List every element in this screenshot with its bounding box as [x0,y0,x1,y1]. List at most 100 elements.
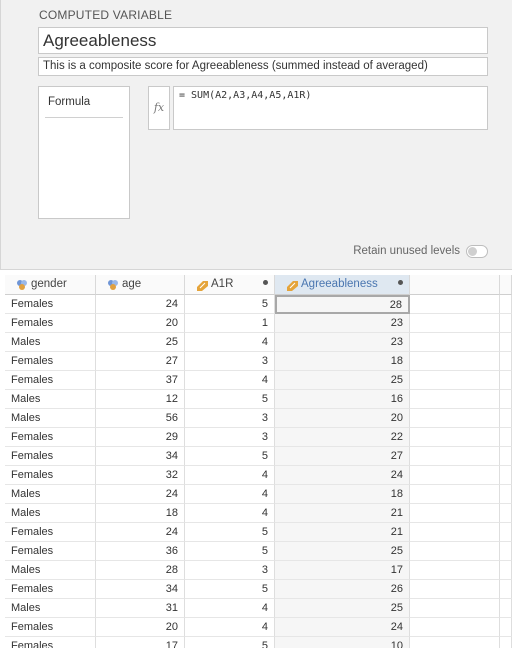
table-cell[interactable]: 25 [275,371,410,390]
column-header-gender[interactable]: gender [5,275,96,295]
table-cell[interactable]: 10 [275,637,410,648]
table-cell-empty[interactable] [410,485,500,504]
table-cell-empty[interactable] [500,352,512,371]
table-cell-empty[interactable] [500,523,512,542]
table-cell[interactable]: 36 [96,542,185,561]
table-cell[interactable]: Males [5,333,96,352]
table-cell[interactable]: 32 [96,466,185,485]
data-grid[interactable]: gender age A1R Agreeableness Females 24 5 2… [0,275,512,648]
table-cell-empty[interactable] [500,447,512,466]
table-cell-empty[interactable] [500,599,512,618]
table-cell[interactable]: 20 [96,618,185,637]
table-cell[interactable]: 25 [96,333,185,352]
table-cell[interactable]: 3 [185,409,275,428]
table-cell[interactable]: 18 [96,504,185,523]
table-cell[interactable]: 31 [96,599,185,618]
table-cell-empty[interactable] [410,580,500,599]
table-cell-empty[interactable] [410,637,500,648]
table-cell[interactable]: 21 [275,523,410,542]
table-cell[interactable]: 3 [185,561,275,580]
retain-unused-levels-toggle[interactable] [466,245,488,258]
table-cell-empty[interactable] [410,504,500,523]
formula-input[interactable]: = SUM(A2,A3,A4,A5,A1R) [173,86,488,130]
table-cell[interactable]: 5 [185,580,275,599]
table-cell[interactable]: Males [5,485,96,504]
table-cell-empty[interactable] [500,314,512,333]
table-cell[interactable]: 18 [275,352,410,371]
table-cell[interactable]: 26 [275,580,410,599]
table-cell[interactable]: 25 [275,542,410,561]
table-cell-empty[interactable] [500,409,512,428]
table-cell-empty[interactable] [410,466,500,485]
column-header-empty[interactable] [410,275,500,295]
table-cell-empty[interactable] [410,447,500,466]
table-cell[interactable]: 5 [185,295,275,314]
table-cell[interactable]: 3 [185,428,275,447]
table-cell-empty[interactable] [500,390,512,409]
table-cell[interactable]: 5 [185,523,275,542]
table-cell-empty[interactable] [500,333,512,352]
table-cell-empty[interactable] [410,542,500,561]
table-cell[interactable]: Males [5,561,96,580]
table-cell[interactable]: Females [5,466,96,485]
table-cell[interactable]: 5 [185,447,275,466]
table-cell[interactable]: Females [5,447,96,466]
table-cell-empty[interactable] [500,371,512,390]
table-cell-empty[interactable] [410,352,500,371]
table-cell-empty[interactable] [500,580,512,599]
table-cell[interactable]: 20 [96,314,185,333]
table-cell[interactable]: 5 [185,390,275,409]
table-cell[interactable]: 18 [275,485,410,504]
table-cell[interactable]: 24 [96,295,185,314]
function-list[interactable]: Formula [38,86,130,219]
table-cell-empty[interactable] [500,466,512,485]
table-cell-empty[interactable] [500,542,512,561]
table-cell[interactable]: Males [5,599,96,618]
table-cell-empty[interactable] [410,428,500,447]
table-cell-empty[interactable] [500,637,512,648]
table-cell[interactable]: Females [5,295,96,314]
column-header-empty[interactable] [500,275,512,295]
table-cell[interactable]: 34 [96,447,185,466]
table-cell-empty[interactable] [500,618,512,637]
table-cell[interactable]: 4 [185,333,275,352]
table-cell-empty[interactable] [500,504,512,523]
table-cell[interactable]: Females [5,428,96,447]
table-cell[interactable]: 27 [275,447,410,466]
table-cell[interactable]: 16 [275,390,410,409]
table-cell[interactable]: 3 [185,352,275,371]
table-cell[interactable]: 4 [185,371,275,390]
column-header-agreeableness[interactable]: Agreeableness [275,275,410,295]
table-cell[interactable]: 24 [275,618,410,637]
table-cell-empty[interactable] [500,561,512,580]
table-cell-empty[interactable] [500,485,512,504]
table-cell-empty[interactable] [410,599,500,618]
table-cell[interactable]: 27 [96,352,185,371]
table-cell[interactable]: 5 [185,637,275,648]
column-header-age[interactable]: age [96,275,185,295]
table-cell[interactable]: 17 [96,637,185,648]
function-list-item-formula[interactable]: Formula [48,96,90,108]
table-cell[interactable]: 37 [96,371,185,390]
table-cell[interactable]: 23 [275,314,410,333]
table-cell[interactable]: Females [5,314,96,333]
table-cell[interactable]: 1 [185,314,275,333]
table-cell[interactable]: 4 [185,599,275,618]
table-cell[interactable]: Females [5,352,96,371]
table-cell[interactable]: Females [5,371,96,390]
table-cell[interactable]: 17 [275,561,410,580]
table-cell-empty[interactable] [410,390,500,409]
table-cell[interactable]: 22 [275,428,410,447]
table-cell[interactable]: 4 [185,504,275,523]
table-cell[interactable]: 4 [185,466,275,485]
table-cell[interactable]: 24 [96,485,185,504]
table-cell[interactable]: 24 [96,523,185,542]
column-header-a1r[interactable]: A1R [185,275,275,295]
variable-name-field[interactable]: Agreeableness [38,27,488,54]
table-cell[interactable]: 34 [96,580,185,599]
table-cell[interactable]: Females [5,542,96,561]
table-cell[interactable]: 29 [96,428,185,447]
table-cell[interactable]: Females [5,523,96,542]
table-cell-empty[interactable] [500,428,512,447]
table-cell[interactable]: 24 [275,466,410,485]
